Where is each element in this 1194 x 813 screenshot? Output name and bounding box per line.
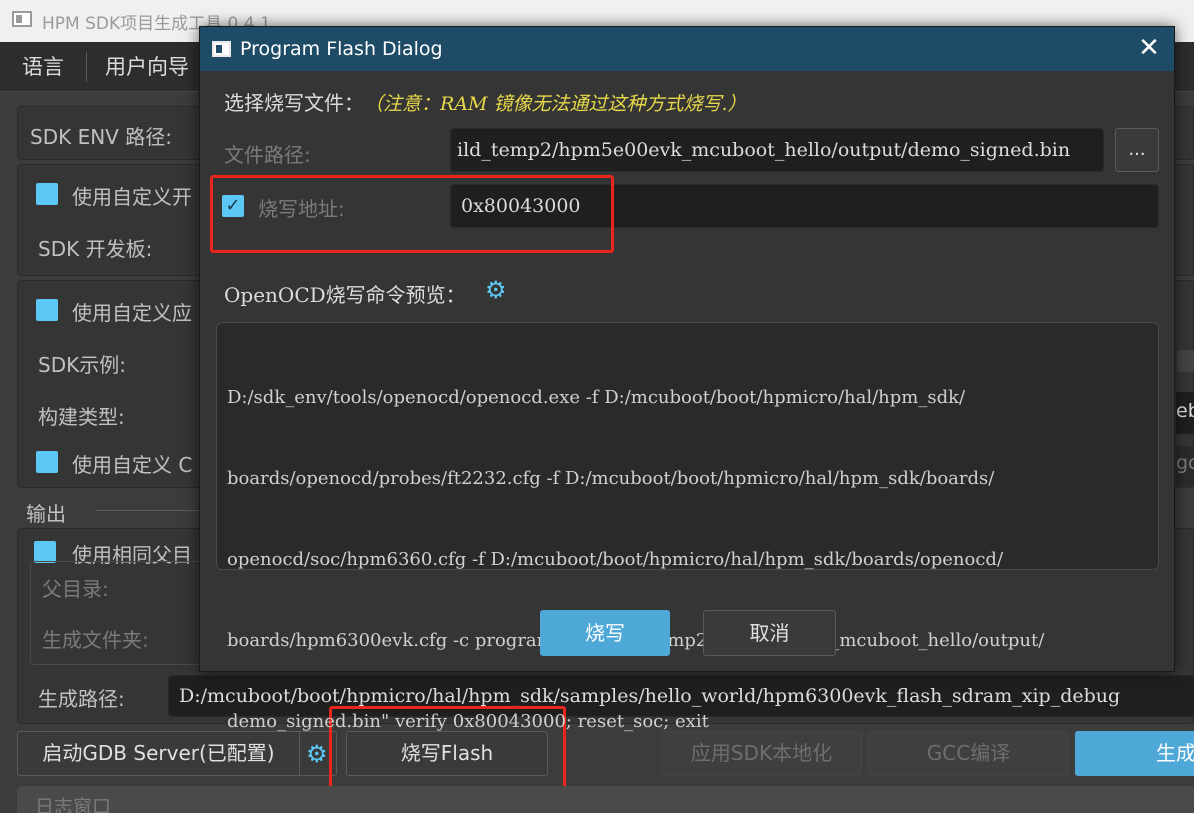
same-parent-checkbox[interactable] [34,541,56,563]
custom-board-checkbox[interactable] [36,183,58,205]
openocd-preview-label: OpenOCD烧写命令预览： [224,283,466,307]
command-line: D:/sdk_env/tools/openocd/openocd.exe -f … [227,387,966,408]
command-line: boards/hpm6300evk.cfg -c program "D:/bui… [227,630,1044,651]
menu-separator [86,52,87,82]
custom-c-label: 使用自定义 C [72,453,193,477]
custom-app-checkbox[interactable] [36,299,58,321]
browse-button[interactable]: ... [1115,128,1159,172]
output-divider [95,510,205,511]
command-line: demo_signed.bin" verify 0x80043000; rese… [227,711,709,732]
dialog-titlebar: Program Flash Dialog ✕ [200,27,1174,71]
file-path-field[interactable]: ild_temp2/hpm5e00evk_mcuboot_hello/outpu… [450,128,1104,172]
parent-dir-label: 父目录: [42,577,109,601]
gen-path-label: 生成路径: [38,687,125,711]
menu-language[interactable]: 语言 [12,42,74,92]
openocd-command-preview[interactable]: D:/sdk_env/tools/openocd/openocd.exe -f … [216,322,1159,732]
highlight-address-row [210,175,614,253]
build-type-fragment: ebu [1176,400,1194,422]
command-line: boards/openocd/probes/ft2232.cfg -f D:/m… [227,468,995,489]
build-type-label: 构建类型: [38,405,125,429]
custom-c-checkbox[interactable] [36,451,58,473]
sdk-example-label: SDK示例: [38,353,126,377]
custom-board-label: 使用自定义开 [72,185,192,209]
custom-app-label: 使用自定义应 [72,301,192,325]
select-file-label: 选择烧写文件： [224,91,364,115]
dialog-app-icon [212,41,231,57]
app-icon [12,11,32,27]
file-path-label: 文件路径: [224,143,311,167]
sdk-env-label: SDK ENV 路径: [30,125,172,149]
dialog-flash-button[interactable]: 烧写 [540,610,670,656]
custom-c-fragment: gc [1176,452,1194,474]
program-flash-dialog: Program Flash Dialog ✕ 选择烧写文件：（注意：RAM 镜像… [199,26,1175,732]
output-group-label: 输出 [26,502,66,526]
custom-c-field[interactable]: gc [1176,446,1194,486]
gen-folder-label: 生成文件夹: [42,628,149,652]
close-icon[interactable]: ✕ [1134,33,1164,63]
menu-user-guide[interactable]: 用户向导 [95,42,199,92]
log-window-header: 日志窗口 [17,786,1194,813]
select-file-row: 选择烧写文件：（注意：RAM 镜像无法通过这种方式烧写.） [224,87,747,116]
gear-icon[interactable]: ⚙ [485,278,507,302]
right-edge-checkbox[interactable] [1177,350,1194,372]
log-window-label: 日志窗口 [35,796,112,813]
command-line: openocd/soc/hpm6360.cfg -f D:/mcuboot/bo… [227,549,1004,570]
build-type-select[interactable]: ebu [1176,392,1194,434]
dialog-cancel-button[interactable]: 取消 [703,610,836,656]
ram-image-note: （注意：RAM 镜像无法通过这种方式烧写.） [364,93,747,115]
dialog-title: Program Flash Dialog [240,38,443,60]
sdk-board-label: SDK 开发板: [38,237,153,261]
